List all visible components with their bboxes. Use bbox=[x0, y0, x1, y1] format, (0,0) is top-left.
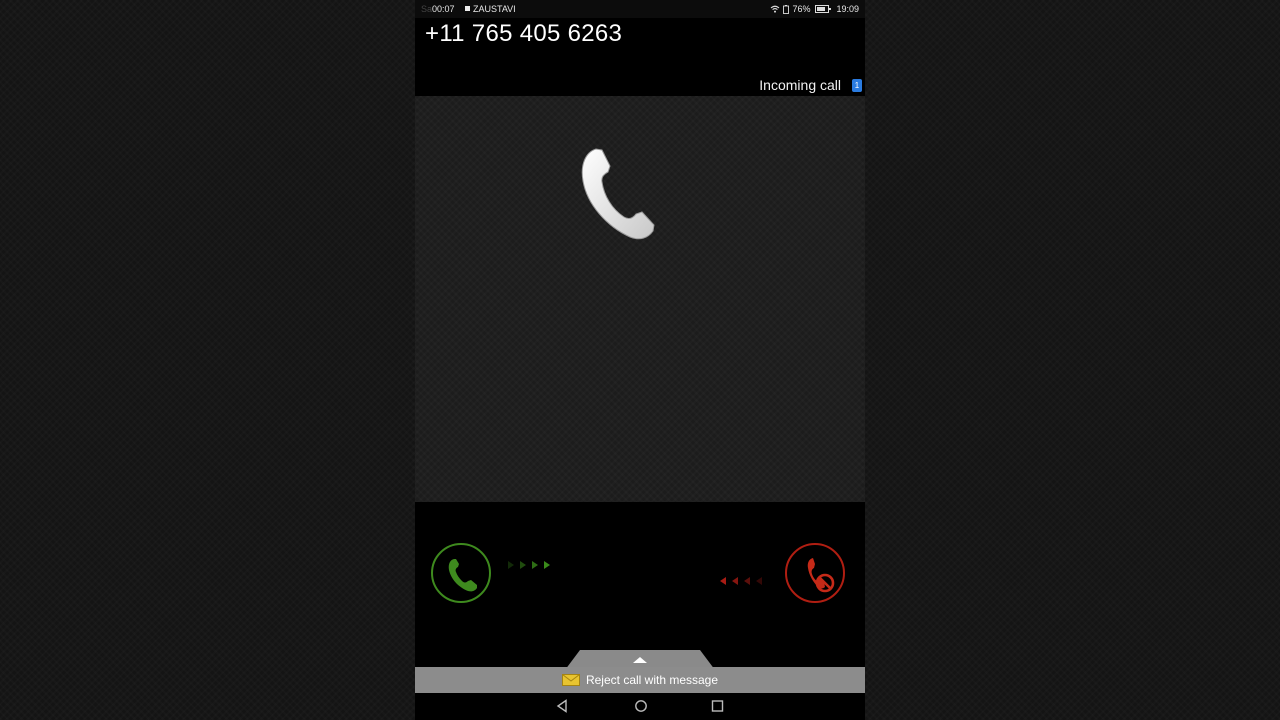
answer-phone-icon bbox=[448, 559, 477, 592]
navigation-bar bbox=[415, 693, 865, 720]
reject-with-message-label: Reject call with message bbox=[585, 673, 719, 687]
incoming-call-label: Incoming call bbox=[759, 77, 841, 93]
handset-icon bbox=[581, 148, 655, 240]
reject-swipe-arrows bbox=[720, 577, 762, 585]
wifi-icon bbox=[771, 5, 780, 13]
caller-photo-area bbox=[415, 96, 865, 502]
sim-slot-badge: 1 bbox=[852, 79, 862, 92]
reject-phone-icon bbox=[807, 558, 835, 593]
answer-call-button[interactable] bbox=[431, 543, 491, 603]
stop-recording-button[interactable]: ZAUSTAVI bbox=[473, 0, 516, 18]
recording-timer: 00:07 bbox=[432, 4, 455, 14]
answer-swipe-arrows bbox=[508, 561, 550, 569]
status-time: 19:09 bbox=[836, 4, 859, 14]
status-ghost-text: Sa bbox=[421, 4, 433, 14]
envelope-icon bbox=[561, 674, 580, 686]
battery-saver-icon bbox=[783, 4, 790, 14]
stop-square-icon bbox=[465, 6, 470, 11]
status-icons: 76% 19:09 bbox=[770, 0, 859, 18]
reject-call-button[interactable] bbox=[785, 543, 845, 603]
home-icon[interactable] bbox=[634, 699, 648, 713]
reject-with-message-button[interactable]: Reject call with message bbox=[415, 667, 865, 693]
back-icon[interactable] bbox=[556, 699, 568, 713]
status-bar: Sa 00:07 ZAUSTAVI 76% 19:09 bbox=[415, 0, 865, 18]
battery-icon bbox=[815, 5, 832, 13]
phone-screen: Sa 00:07 ZAUSTAVI 76% 19:09 +11 765 405 … bbox=[415, 0, 865, 720]
battery-percent: 76% bbox=[792, 4, 811, 14]
recents-icon[interactable] bbox=[711, 699, 724, 713]
caller-number: +11 765 405 6263 bbox=[425, 20, 623, 47]
chevron-up-icon bbox=[633, 657, 647, 663]
